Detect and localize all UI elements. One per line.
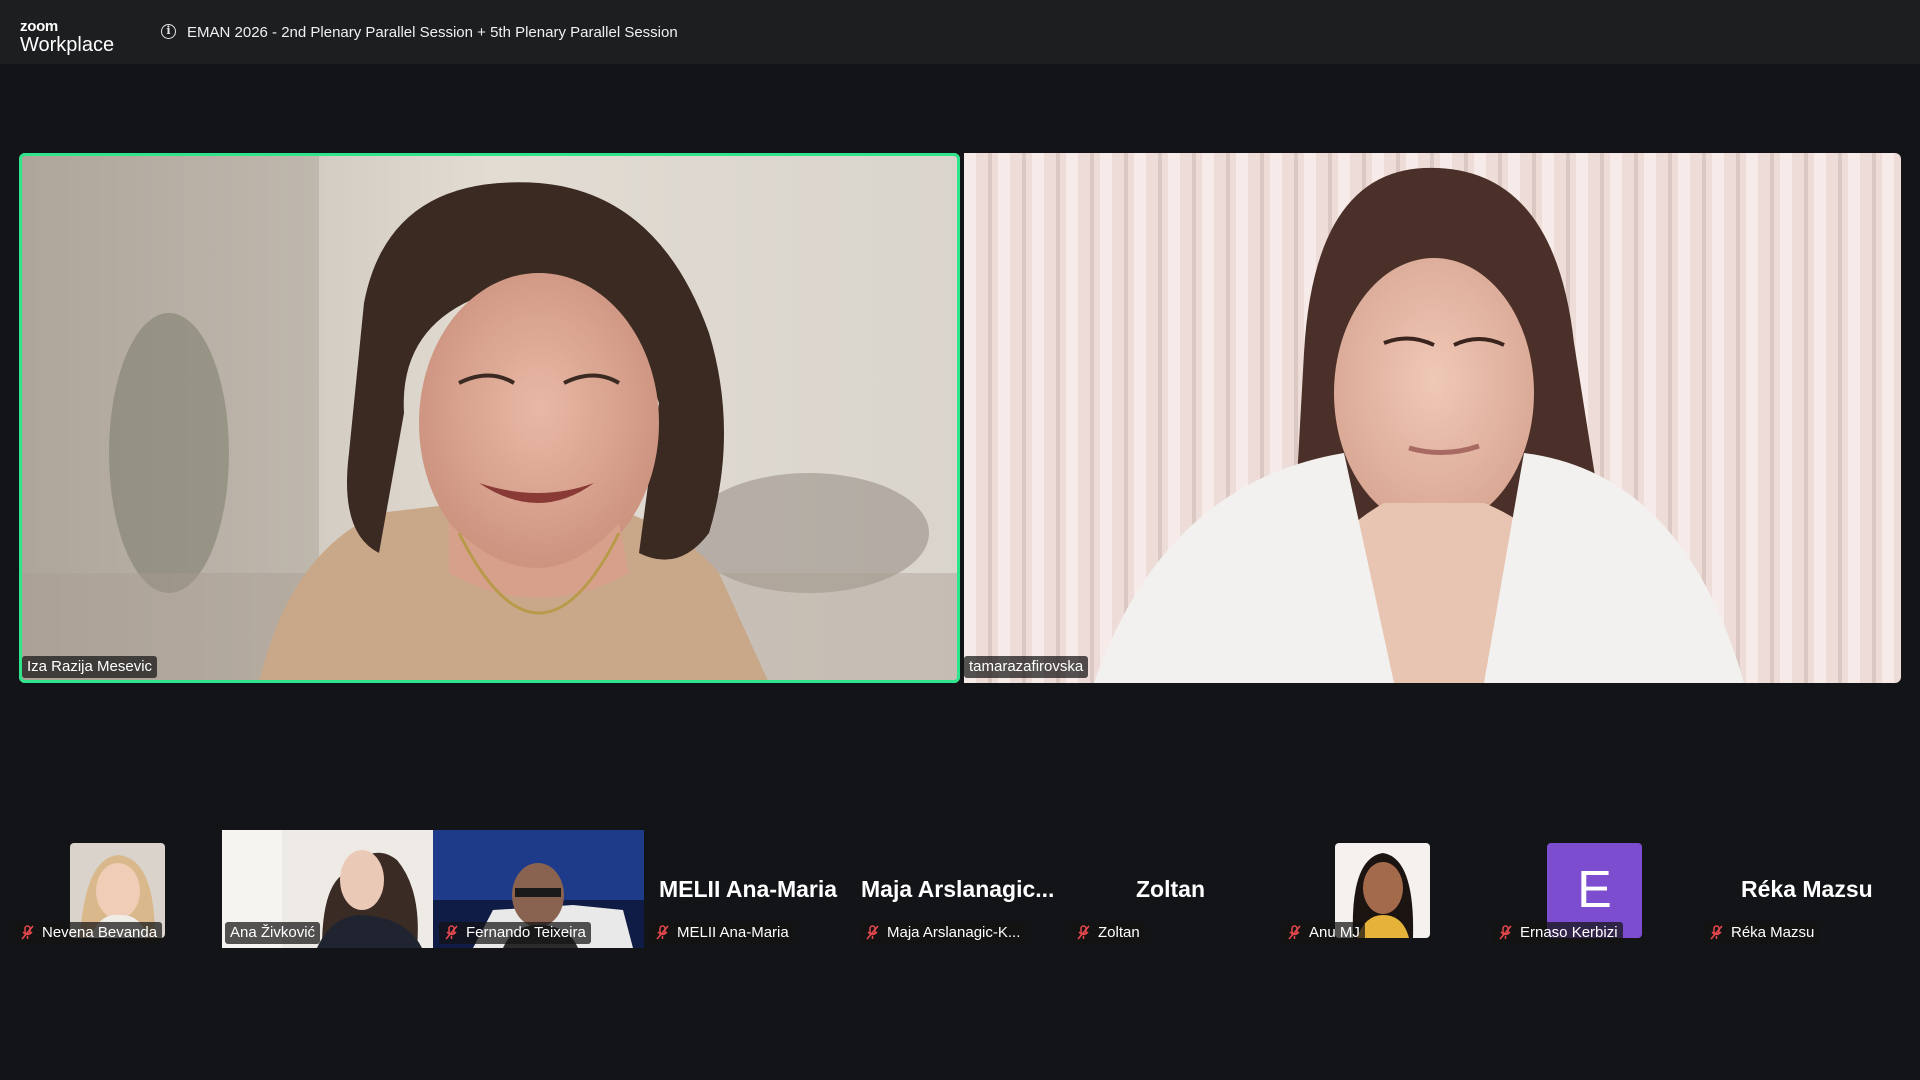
speaker-name-label: Iza Razija Mesevic: [27, 658, 153, 675]
participant-name-label: Nevena Bevanda: [42, 924, 158, 941]
participant-name-label: Réka Mazsu: [1731, 924, 1815, 941]
participant-name-tag: Ernaso Kerbizi: [1493, 922, 1623, 944]
participant-display-name: MELII Ana-Maria: [659, 876, 838, 902]
mic-muted-icon: [1287, 925, 1302, 940]
participant-name-label: tamarazafirovska: [969, 658, 1084, 675]
participant-video-tile[interactable]: [964, 153, 1901, 683]
participant-name-tag: Maja Arslanagic-K...: [860, 922, 1026, 944]
title-bar: zoom Workplace i EMAN 2026 - 2nd Plenary…: [0, 0, 1920, 64]
participant-name-label: Fernando Teixeira: [466, 924, 586, 941]
participant-name-tag: Ana Živković: [225, 922, 321, 944]
participant-name-label: Maja Arslanagic-K...: [887, 924, 1021, 941]
speaker-name-tag: Iza Razija Mesevic: [22, 656, 158, 678]
participant-name-tag: tamarazafirovska: [964, 656, 1089, 678]
participant-video-feed: [964, 153, 1901, 683]
participant-display-name: Maja Arslanagic...: [861, 876, 1055, 902]
participant-name-tag: Zoltan: [1071, 922, 1145, 944]
speaker-video-feed: [19, 153, 960, 683]
participant-name-tag: Anu MJ: [1282, 922, 1365, 944]
mic-muted-icon: [20, 925, 35, 940]
mic-muted-icon: [655, 925, 670, 940]
participant-name-tag: Nevena Bevanda: [15, 922, 163, 944]
mic-muted-icon: [865, 925, 880, 940]
mic-muted-icon: [1076, 925, 1091, 940]
participant-name-label: MELII Ana-Maria: [677, 924, 789, 941]
participant-name-label: Ana Živković: [230, 924, 316, 941]
participant-name-label: Anu MJ: [1309, 924, 1360, 941]
mic-muted-icon: [1709, 925, 1724, 940]
logo-workplace-text: Workplace: [20, 34, 115, 56]
participant-name-tag: Fernando Teixeira: [439, 922, 591, 944]
participant-display-name: Réka Mazsu: [1741, 876, 1873, 902]
speaker-video-tile[interactable]: [19, 153, 960, 683]
participant-name-tag: Réka Mazsu: [1704, 922, 1820, 944]
mic-muted-icon: [1498, 925, 1513, 940]
meeting-title: EMAN 2026 - 2nd Plenary Parallel Session…: [187, 24, 678, 41]
participant-display-name: Zoltan: [1136, 876, 1205, 902]
zoom-workplace-logo: zoom Workplace: [20, 19, 114, 55]
info-icon[interactable]: i: [161, 24, 176, 39]
participant-name-label: Zoltan: [1098, 924, 1140, 941]
participant-name-label: Ernaso Kerbizi: [1520, 924, 1618, 941]
logo-zoom-text: zoom: [20, 18, 58, 35]
mic-muted-icon: [444, 925, 459, 940]
participant-name-tag: MELII Ana-Maria: [650, 922, 794, 944]
